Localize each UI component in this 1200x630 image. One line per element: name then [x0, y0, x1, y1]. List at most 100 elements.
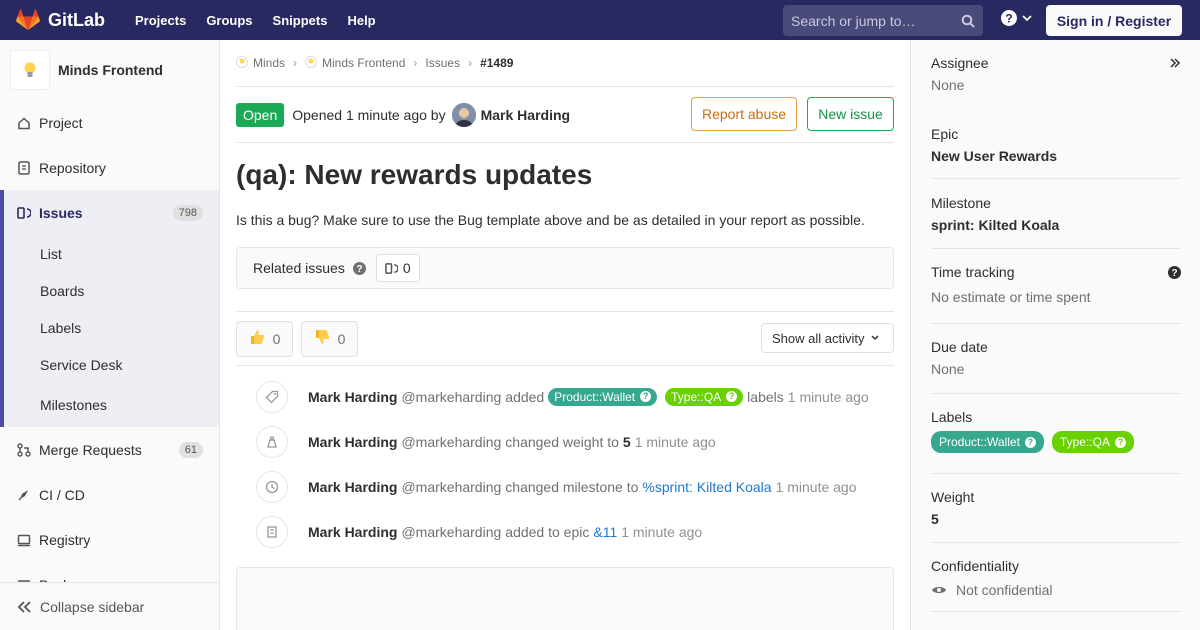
sidebar-item-merge-requests[interactable]: Merge Requests 61	[0, 427, 219, 472]
right-sidebar: Assignee None Epic New User Rewards Mile…	[910, 40, 1200, 630]
weight-icon	[256, 425, 288, 458]
breadcrumb-issues[interactable]: Issues	[425, 56, 460, 70]
sidebar-item-repository[interactable]: Repository	[0, 145, 219, 190]
labels-block: Labels Product::Wallet? Type::QA?	[931, 394, 1181, 474]
note-handle[interactable]: @markeharding	[401, 389, 501, 405]
sidebar-subitem-boards[interactable]: Boards	[4, 272, 219, 309]
note-action: added to epic	[505, 523, 590, 540]
awards-row: 0 0 Show all activity	[236, 312, 894, 366]
search-input[interactable]: Search or jump to…	[783, 5, 983, 36]
new-issue-button[interactable]: New issue	[807, 97, 894, 131]
sidebar-item-ci-cd[interactable]: CI / CD	[0, 472, 219, 517]
assignee-title: Assignee	[931, 55, 989, 71]
milestone-value[interactable]: sprint: Kilted Koala	[931, 217, 1181, 233]
svg-text:?: ?	[356, 264, 362, 275]
gitlab-home-link[interactable]: GitLab	[16, 9, 105, 31]
thumbs-down-button[interactable]: 0	[301, 320, 358, 357]
list-item: Mark Harding @markeharding changed miles…	[256, 464, 894, 509]
sidebar-item-label: Repository	[39, 159, 106, 176]
label-text: Type::QA	[671, 389, 722, 404]
note-time[interactable]: 1 minute ago	[635, 434, 716, 450]
weight-title: Weight	[931, 489, 975, 505]
note-time[interactable]: 1 minute ago	[788, 389, 869, 405]
activity-filter-dropdown[interactable]: Show all activity	[761, 323, 894, 353]
thumbs-down-count: 0	[337, 330, 346, 347]
report-abuse-button[interactable]: Report abuse	[691, 97, 797, 131]
breadcrumb-separator: ›	[468, 56, 473, 70]
breadcrumb-separator: ›	[413, 56, 418, 70]
confidentiality-title: Confidentiality	[931, 558, 1019, 574]
list-item: Mark Harding @markeharding changed weigh…	[256, 419, 894, 464]
avatar[interactable]	[451, 102, 476, 127]
confidentiality-block: Confidentiality Not confidential	[931, 543, 1181, 612]
help-dropdown[interactable]: ?	[1001, 10, 1033, 26]
sidebar-item-issues[interactable]: Issues 798	[4, 190, 219, 235]
breadcrumb-minds-frontend[interactable]: Minds Frontend	[322, 56, 405, 70]
comment-form[interactable]	[236, 567, 894, 630]
question-circle-icon: ?	[1001, 10, 1017, 26]
label-type-qa[interactable]: Type::QA?	[665, 387, 744, 406]
note-handle[interactable]: @markeharding	[401, 524, 501, 540]
sidebar-item-label: Registry	[39, 531, 91, 548]
label-product-wallet[interactable]: Product::Wallet?	[931, 431, 1044, 453]
labels-list: Product::Wallet? Type::QA?	[931, 431, 1181, 453]
breadcrumb-minds[interactable]: Minds	[253, 56, 285, 70]
label-product-wallet[interactable]: Product::Wallet?	[548, 387, 658, 406]
sidebar-item-registry[interactable]: Registry	[0, 517, 219, 562]
note-suffix: labels	[747, 388, 784, 405]
due-date-block: Due date None	[931, 324, 1181, 394]
double-chevron-right-icon[interactable]	[1169, 57, 1181, 69]
lightbulb-icon	[305, 55, 318, 71]
milestone-link[interactable]: %sprint: Kilted Koala	[642, 479, 771, 495]
confidentiality-row: Not confidential	[931, 582, 1181, 598]
milestone-title: Milestone	[931, 195, 991, 211]
label-text: Product::Wallet	[554, 389, 636, 404]
note-author[interactable]: Mark Harding	[308, 389, 397, 405]
nav-projects[interactable]: Projects	[135, 13, 186, 28]
thumbs-up-button[interactable]: 0	[236, 320, 293, 357]
sidebar-subitem-labels[interactable]: Labels	[4, 309, 219, 346]
note-time[interactable]: 1 minute ago	[621, 524, 702, 540]
svg-text:?: ?	[1171, 268, 1177, 279]
brand-name: GitLab	[48, 9, 105, 30]
collapse-sidebar-button[interactable]: Collapse sidebar	[0, 582, 219, 630]
top-navbar: GitLab Projects Groups Snippets Help Sea…	[0, 0, 1200, 40]
milestone-block: Milestone sprint: Kilted Koala	[931, 179, 1181, 249]
note-handle[interactable]: @markeharding	[401, 434, 501, 450]
author-name[interactable]: Mark Harding	[481, 107, 570, 123]
question-circle-icon[interactable]: ?	[1168, 266, 1181, 279]
sidebar-item-label: CI / CD	[39, 486, 85, 503]
label-type-qa[interactable]: Type::QA?	[1051, 431, 1134, 453]
epic-block: Epic New User Rewards	[931, 109, 1181, 179]
note-author[interactable]: Mark Harding	[308, 434, 397, 450]
note-author[interactable]: Mark Harding	[308, 479, 397, 495]
nav-snippets[interactable]: Snippets	[273, 13, 328, 28]
project-name: Minds Frontend	[58, 62, 163, 78]
list-item: Mark Harding @markeharding added Product…	[256, 374, 894, 419]
assignee-value: None	[931, 77, 965, 93]
due-date-title: Due date	[931, 339, 988, 355]
related-issues-block: Related issues ? 0	[236, 247, 894, 289]
related-count-value: 0	[402, 260, 411, 276]
related-issues-count: 0	[375, 254, 420, 282]
epic-value[interactable]: New User Rewards	[931, 148, 1181, 164]
breadcrumb-issue-number[interactable]: #1489	[480, 56, 513, 70]
labels-title: Labels	[931, 409, 973, 425]
sidebar-subitem-list[interactable]: List	[4, 235, 219, 272]
gitlab-logo-icon	[16, 9, 40, 30]
confidentiality-value: Not confidential	[956, 582, 1053, 598]
sidebar-subitem-service-desk[interactable]: Service Desk	[4, 346, 219, 383]
epic-link[interactable]: &11	[593, 524, 617, 540]
issues-icon	[16, 205, 32, 221]
question-circle-icon[interactable]: ?	[352, 261, 366, 275]
sign-in-button[interactable]: Sign in / Register	[1046, 5, 1182, 36]
nav-groups[interactable]: Groups	[206, 13, 252, 28]
sidebar-item-project[interactable]: Project	[0, 100, 219, 145]
nav-help[interactable]: Help	[347, 13, 375, 28]
epic-title: Epic	[931, 126, 959, 142]
project-header[interactable]: Minds Frontend	[0, 40, 219, 100]
note-handle[interactable]: @markeharding	[401, 479, 501, 495]
note-time[interactable]: 1 minute ago	[776, 479, 857, 495]
note-author[interactable]: Mark Harding	[308, 524, 397, 540]
sidebar-subitem-milestones[interactable]: Milestones	[4, 383, 219, 427]
